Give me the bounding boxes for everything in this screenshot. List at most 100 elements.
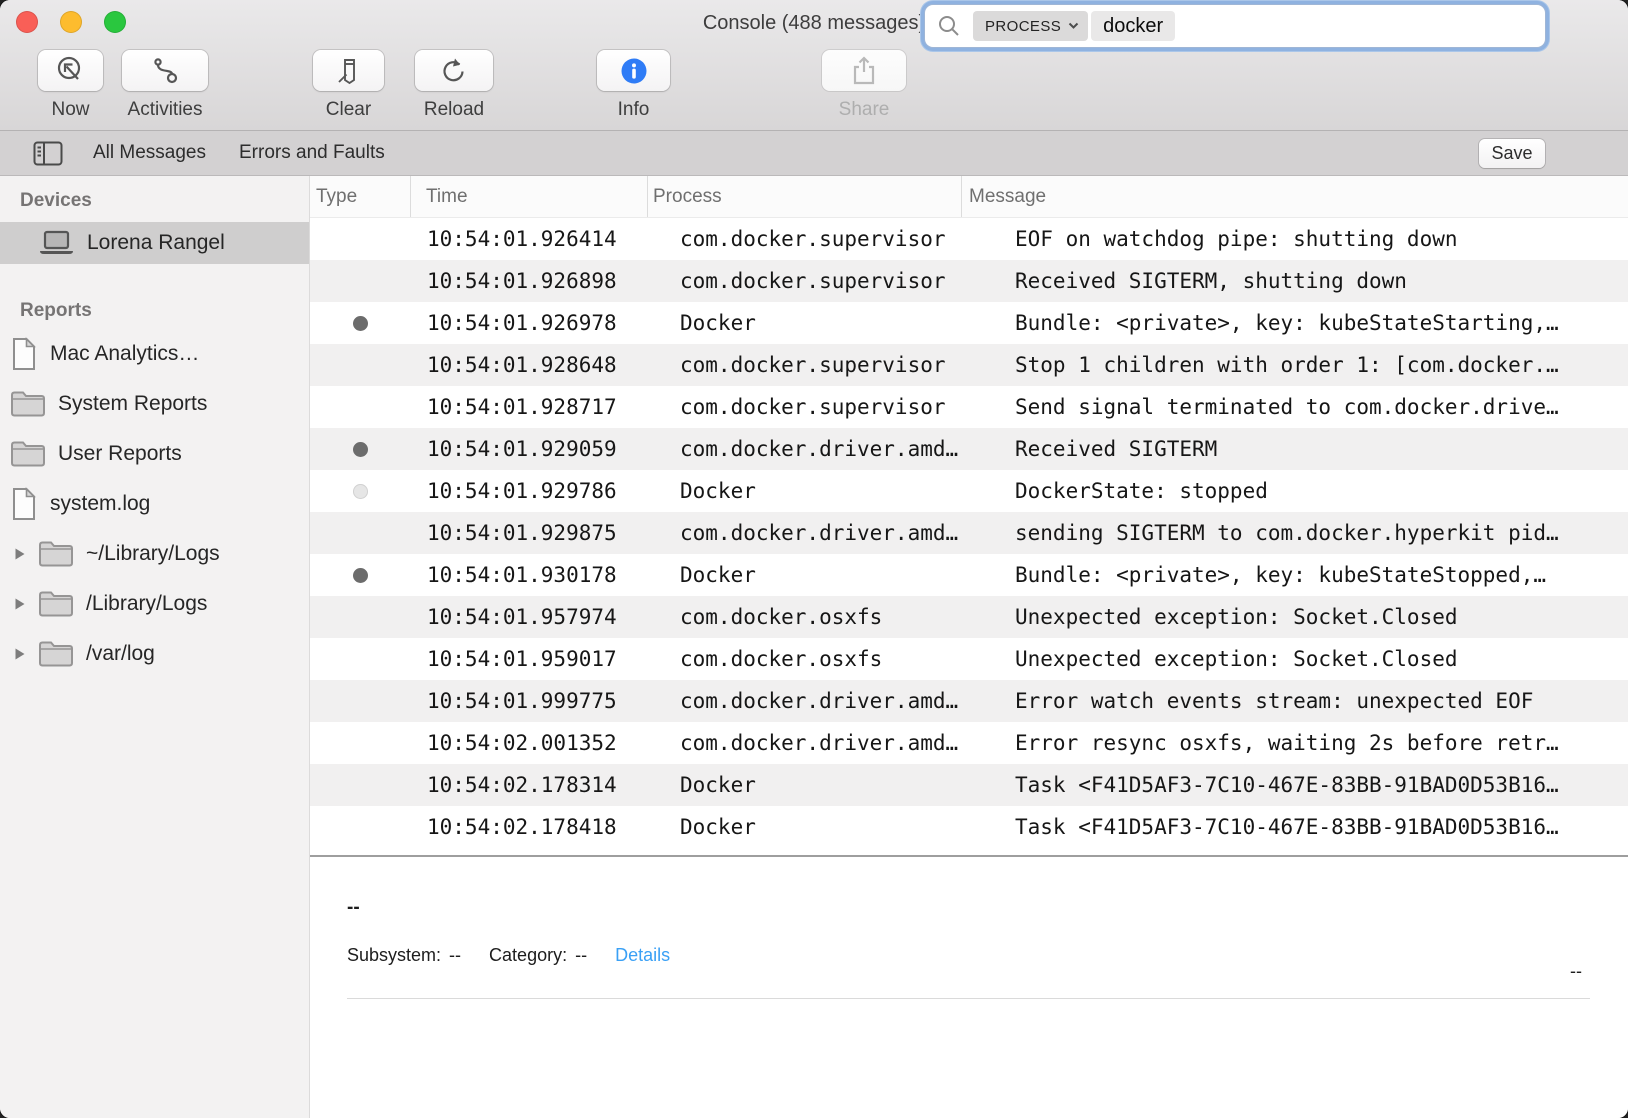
log-row[interactable]: 10:54:01.929786 Docker DockerState: stop… xyxy=(310,470,1628,512)
search-input[interactable]: docker xyxy=(1091,11,1175,41)
document-icon xyxy=(10,487,38,521)
log-row[interactable]: 10:54:01.959017 com.docker.osxfs Unexpec… xyxy=(310,638,1628,680)
cell-process: Docker xyxy=(664,815,994,839)
log-row[interactable]: 10:54:01.930178 Docker Bundle: <private>… xyxy=(310,554,1628,596)
share-icon xyxy=(849,55,879,87)
search-icon xyxy=(938,15,960,37)
clear-button[interactable]: Clear xyxy=(313,50,384,121)
activities-icon xyxy=(149,55,181,87)
chevron-down-icon xyxy=(1068,22,1079,30)
log-row[interactable]: 10:54:02.178418 Docker Task <F41D5AF3-7C… xyxy=(310,806,1628,848)
detail-right-value: -- xyxy=(1570,961,1582,982)
log-row[interactable]: 10:54:01.929875 com.docker.driver.amd… s… xyxy=(310,512,1628,554)
log-row[interactable]: 10:54:01.926414 com.docker.supervisor EO… xyxy=(310,218,1628,260)
cell-message: Bundle: <private>, key: kubeStateStartin… xyxy=(994,311,1628,335)
clear-icon xyxy=(334,55,364,87)
sidebar-item-report[interactable]: system.log xyxy=(0,479,309,529)
log-row[interactable]: 10:54:01.928717 com.docker.supervisor Se… xyxy=(310,386,1628,428)
disclosure-triangle-icon[interactable] xyxy=(14,647,28,661)
log-row[interactable]: 10:54:01.929059 com.docker.driver.amd… R… xyxy=(310,428,1628,470)
cell-time: 10:54:01.929875 xyxy=(410,521,664,545)
category-label: Category: xyxy=(489,945,567,966)
type-dot-icon xyxy=(353,442,368,457)
log-row[interactable]: 10:54:02.001352 com.docker.driver.amd… E… xyxy=(310,722,1628,764)
cell-time: 10:54:01.999775 xyxy=(410,689,664,713)
sidebar-item-label: system.log xyxy=(50,492,150,516)
sidebar-item-report[interactable]: User Reports xyxy=(0,429,309,479)
cell-process: Docker xyxy=(664,563,994,587)
cell-time: 10:54:01.930178 xyxy=(410,563,664,587)
log-row[interactable]: 10:54:02.178314 Docker Task <F41D5AF3-7C… xyxy=(310,764,1628,806)
details-link[interactable]: Details xyxy=(615,945,670,966)
log-row[interactable]: 10:54:01.999775 com.docker.driver.amd… E… xyxy=(310,680,1628,722)
filter-all-messages[interactable]: All Messages xyxy=(93,142,206,164)
sidebar-toggle-button[interactable] xyxy=(33,141,63,166)
jump-to-now-icon xyxy=(55,55,87,87)
console-window: Console (488 messages) Now Activities Cl… xyxy=(0,0,1628,1118)
log-row[interactable]: 10:54:01.957974 com.docker.osxfs Unexpec… xyxy=(310,596,1628,638)
column-header-message[interactable]: Message xyxy=(961,176,1628,217)
log-table-body: 10:54:01.926414 com.docker.supervisor EO… xyxy=(310,218,1628,848)
type-dot-icon xyxy=(353,484,368,499)
sidebar-item-label: User Reports xyxy=(58,442,182,466)
cell-process: com.docker.driver.amd… xyxy=(664,689,994,713)
sidebar-item-report[interactable]: ~/Library/Logs xyxy=(0,529,309,579)
column-header-process[interactable]: Process xyxy=(647,176,961,217)
reports-list: Mac Analytics… System Reports xyxy=(0,329,309,679)
cell-process: com.docker.driver.amd… xyxy=(664,437,994,461)
log-row[interactable]: 10:54:01.926898 com.docker.supervisor Re… xyxy=(310,260,1628,302)
column-header-time[interactable]: Time xyxy=(410,176,647,217)
devices-header: Devices xyxy=(0,190,309,212)
reload-button[interactable]: Reload xyxy=(415,50,493,121)
cell-message: EOF on watchdog pipe: shutting down xyxy=(994,227,1628,251)
sidebar-item-label: ~/Library/Logs xyxy=(86,542,220,566)
type-dot-icon xyxy=(353,568,368,583)
cell-process: com.docker.supervisor xyxy=(664,395,994,419)
sidebar-item-report[interactable]: /Library/Logs xyxy=(0,579,309,629)
folder-icon xyxy=(10,440,46,468)
document-icon xyxy=(10,337,38,371)
cell-time: 10:54:01.957974 xyxy=(410,605,664,629)
sidebar-item-label: Mac Analytics… xyxy=(50,342,199,366)
cell-process: Docker xyxy=(664,773,994,797)
cell-process: com.docker.driver.amd… xyxy=(664,731,994,755)
disclosure-triangle-icon[interactable] xyxy=(14,597,28,611)
type-dot-icon xyxy=(353,316,368,331)
info-button[interactable]: Info xyxy=(597,50,670,121)
sidebar-item-report[interactable]: Mac Analytics… xyxy=(0,329,309,379)
subsystem-label: Subsystem: xyxy=(347,945,441,966)
save-button[interactable]: Save xyxy=(1479,139,1545,168)
cell-time: 10:54:01.929059 xyxy=(410,437,664,461)
cell-time: 10:54:01.929786 xyxy=(410,479,664,503)
sidebar-item-report[interactable]: System Reports xyxy=(0,379,309,429)
log-row[interactable]: 10:54:01.928648 com.docker.supervisor St… xyxy=(310,344,1628,386)
cell-process: Docker xyxy=(664,479,994,503)
folder-icon xyxy=(38,590,74,618)
laptop-icon xyxy=(38,230,75,256)
activities-button[interactable]: Activities xyxy=(122,50,208,121)
column-header-type[interactable]: Type xyxy=(310,176,410,217)
search-field[interactable]: PROCESS docker xyxy=(925,5,1545,47)
cell-process: com.docker.osxfs xyxy=(664,605,994,629)
cell-process: Docker xyxy=(664,311,994,335)
cell-process: com.docker.osxfs xyxy=(664,647,994,671)
filter-bar: All Messages Errors and Faults Save xyxy=(0,131,1628,176)
cell-message: Unexpected exception: Socket.Closed xyxy=(994,605,1628,629)
cell-message: Send signal terminated to com.docker.dri… xyxy=(994,395,1628,419)
sidebar-item-device[interactable]: Lorena Rangel xyxy=(0,222,309,264)
cell-message: Stop 1 children with order 1: [com.docke… xyxy=(994,353,1628,377)
disclosure-triangle-icon[interactable] xyxy=(14,547,28,561)
sidebar-item-label: /var/log xyxy=(86,642,155,666)
cell-process: com.docker.supervisor xyxy=(664,269,994,293)
cell-time: 10:54:02.178314 xyxy=(410,773,664,797)
sidebar-item-report[interactable]: /var/log xyxy=(0,629,309,679)
filter-errors-and-faults[interactable]: Errors and Faults xyxy=(239,142,385,164)
log-row[interactable]: 10:54:01.926978 Docker Bundle: <private>… xyxy=(310,302,1628,344)
now-button[interactable]: Now xyxy=(38,50,103,121)
cell-message: sending SIGTERM to com.docker.hyperkit p… xyxy=(994,521,1628,545)
reports-header: Reports xyxy=(0,300,309,322)
sidebar-item-label: /Library/Logs xyxy=(86,592,207,616)
search-filter-token[interactable]: PROCESS xyxy=(973,11,1088,41)
category-value: -- xyxy=(575,945,587,966)
detail-title: -- xyxy=(347,897,1628,919)
